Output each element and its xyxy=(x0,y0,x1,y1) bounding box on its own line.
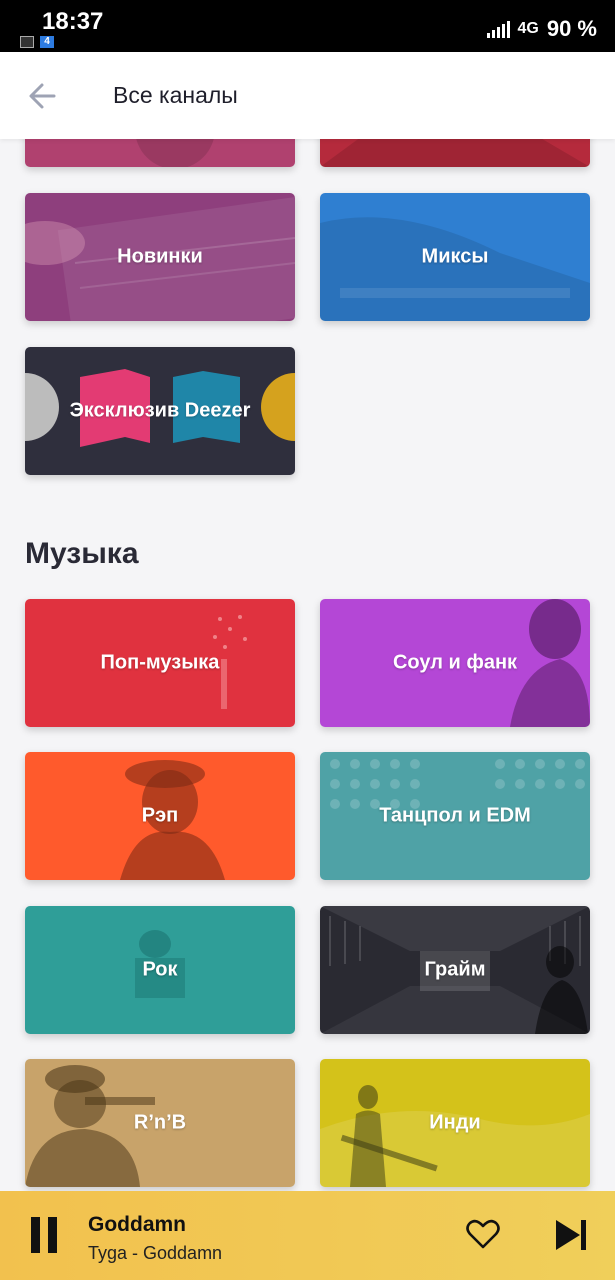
signal-icon xyxy=(486,20,510,38)
network-type: 4G xyxy=(517,20,539,37)
genre-label: Соул и фанк xyxy=(392,651,518,674)
track-title: Goddamn xyxy=(88,1213,186,1236)
genre-label: Поп-музыка xyxy=(100,651,220,674)
app-bar: Все каналы xyxy=(0,52,615,139)
channel-label: Новинки xyxy=(117,245,203,268)
genre-tile-pop[interactable]: Поп-музыка xyxy=(25,599,295,727)
channel-tile-mixes[interactable]: Миксы xyxy=(320,193,590,321)
channel-tile-deezer-exclusive[interactable]: Эксклюзив Deezer xyxy=(25,347,295,475)
genre-tile-dance-edm[interactable]: Танцпол и EDM xyxy=(320,752,590,880)
genre-tile-indie[interactable]: Инди xyxy=(320,1059,590,1187)
channel-tile[interactable] xyxy=(25,139,295,167)
genre-tile-rap[interactable]: Рэп xyxy=(25,752,295,880)
notification-badge-icon: 4 xyxy=(40,36,54,48)
channels-list[interactable]: Новинки Миксы Эксклюзив Deezer Музыка По… xyxy=(0,139,615,1191)
channel-tile[interactable] xyxy=(320,139,590,167)
battery-level: 90 % xyxy=(546,16,597,41)
heart-icon[interactable] xyxy=(466,1218,500,1250)
skip-next-icon[interactable] xyxy=(554,1217,588,1253)
channel-tile-new-releases[interactable]: Новинки xyxy=(25,193,295,321)
genre-label: R’n’B xyxy=(133,1111,187,1134)
genre-label: Грайм xyxy=(424,958,486,981)
channel-label: Миксы xyxy=(421,245,489,268)
notification-icons: 4 xyxy=(20,36,54,48)
genre-label: Рок xyxy=(142,958,178,981)
genre-tile-rnb[interactable]: R’n’B xyxy=(25,1059,295,1187)
page-title: Все каналы xyxy=(113,82,238,108)
genre-label: Рэп xyxy=(141,804,179,827)
genre-tile-rock[interactable]: Рок xyxy=(25,906,295,1034)
status-bar: 18:37 4 4G 90 % xyxy=(0,0,615,52)
genre-tile-soul-funk[interactable]: Соул и фанк xyxy=(320,599,590,727)
section-title-music: Музыка xyxy=(25,537,139,570)
mini-player[interactable]: Goddamn Tyga - Goddamn xyxy=(0,1191,615,1280)
pause-icon[interactable] xyxy=(28,1217,60,1255)
genre-label: Танцпол и EDM xyxy=(379,804,531,827)
genre-label: Инди xyxy=(429,1111,481,1134)
status-time: 18:37 xyxy=(42,8,104,35)
channel-label: Эксклюзив Deezer xyxy=(69,399,251,422)
track-artist: Tyga - Goddamn xyxy=(88,1243,223,1263)
arrow-left-icon[interactable] xyxy=(24,78,64,114)
genre-tile-grime[interactable]: Грайм xyxy=(320,906,590,1034)
notification-icon xyxy=(20,36,34,48)
